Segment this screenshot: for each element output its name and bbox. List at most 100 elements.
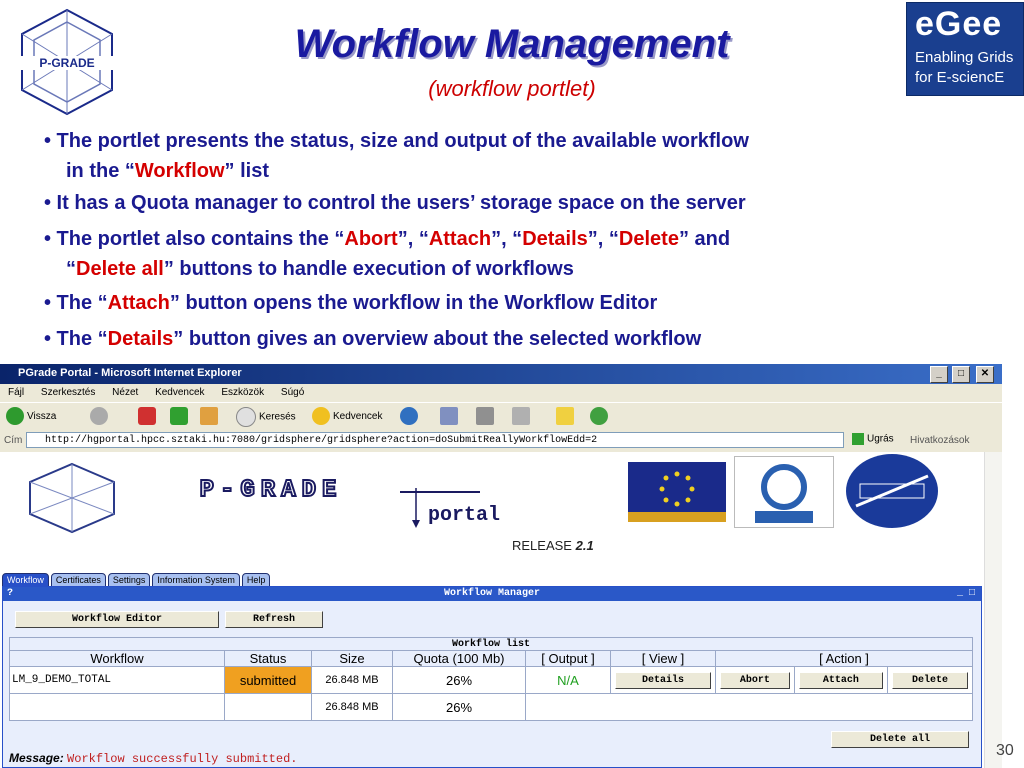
release-label: RELEASE 2.1 (512, 538, 594, 553)
home-icon (200, 407, 218, 426)
workflow-list-caption: Workflow list (9, 637, 973, 651)
view-cell: Details (610, 666, 716, 694)
stop-icon (138, 407, 156, 426)
output-cell: N/A (525, 666, 611, 694)
quota-cell: 26% (392, 693, 526, 721)
mail-button[interactable] (440, 407, 461, 427)
empty-cell (525, 693, 973, 721)
window-controls-icon[interactable]: _ □ (957, 587, 975, 601)
egee-logo: eGee Enabling Grids for E-sciencE (906, 2, 1024, 96)
pgrade-wordmark: P-GRADE (136, 476, 406, 505)
search-icon (236, 407, 256, 427)
delete-all-button[interactable]: Delete all (831, 731, 969, 748)
egee-logo-line2: for E-sciencE (915, 69, 1005, 86)
message-text: Workflow successfully submitted. (67, 752, 298, 766)
browser-window: PGrade Portal - Microsoft Internet Explo… (0, 364, 1002, 768)
bullet-5: • The “Details” button gives an overview… (44, 328, 702, 350)
attach-button[interactable]: Attach (798, 671, 883, 689)
bullet-2: • It has a Quota manager to control the … (44, 192, 746, 214)
menu-view[interactable]: Nézet (112, 387, 138, 398)
minimize-button[interactable]: _ (930, 366, 948, 383)
workflow-editor-button[interactable]: Workflow Editor (15, 611, 219, 628)
header-output: [ Output ] (525, 650, 611, 667)
browser-titlebar: PGrade Portal - Microsoft Internet Explo… (0, 364, 1002, 384)
close-button[interactable]: ✕ (976, 366, 994, 383)
size-cell: 26.848 MB (311, 666, 393, 694)
see-grid-logo (734, 456, 834, 528)
back-arrow-icon (6, 407, 24, 426)
bullet-1-cont: in the “Workflow” list (66, 160, 269, 182)
edit-button[interactable] (512, 407, 533, 427)
forward-arrow-icon (90, 407, 108, 426)
refresh-button[interactable]: Refresh (225, 611, 323, 628)
back-button[interactable]: Vissza (6, 407, 56, 427)
go-button[interactable]: Ugrás (852, 433, 894, 445)
folder-button[interactable] (556, 407, 577, 427)
tab-workflow[interactable]: Workflow (2, 573, 49, 587)
media-button[interactable] (400, 407, 421, 427)
menu-favorites[interactable]: Kedvencek (155, 387, 204, 398)
delete-button[interactable]: Delete (892, 671, 968, 689)
workflow-name-cell (9, 693, 225, 721)
slide-title: Workflow Management (294, 22, 730, 66)
header-quota: Quota (100 Mb) (392, 650, 526, 667)
forward-button[interactable] (90, 407, 111, 427)
go-arrow-icon (852, 433, 864, 445)
message-label: Message: (9, 751, 64, 765)
print-icon (476, 407, 494, 426)
eu-logo (628, 462, 726, 522)
vertical-scrollbar[interactable] (984, 452, 1002, 768)
pgrade-banner-logo (22, 462, 122, 534)
bullet-4: • The “Attach” button opens the workflow… (44, 292, 658, 314)
workflow-manager-header: ? Workflow Manager _ □ (3, 587, 981, 601)
favorites-button[interactable]: Kedvencek (312, 407, 382, 427)
help-icon[interactable]: ? (7, 587, 13, 601)
star-icon (312, 407, 330, 426)
workflow-manager-panel: ? Workflow Manager _ □ Workflow Editor R… (2, 586, 982, 768)
delete-cell: Delete (887, 666, 973, 694)
refresh-icon (170, 407, 188, 426)
bullet-3: • The portlet also contains the “Abort”,… (44, 228, 731, 250)
messenger-button[interactable] (590, 407, 611, 427)
links-label[interactable]: Hivatkozások (910, 435, 969, 446)
bullet-3-cont: “Delete all” buttons to handle execution… (66, 258, 574, 280)
slide-page-number: 30 (996, 742, 1014, 759)
refresh-browser-button[interactable] (170, 407, 191, 427)
message-line: Message: Workflow successfully submitted… (9, 751, 297, 766)
menu-file[interactable]: Fájl (8, 387, 24, 398)
menu-tools[interactable]: Eszközök (221, 387, 264, 398)
print-button[interactable] (476, 407, 497, 427)
tab-certificates[interactable]: Certificates (50, 573, 106, 587)
workflow-name-cell[interactable]: LM_9_DEMO_TOTAL (9, 666, 225, 694)
menu-bar: Fájl Szerkesztés Nézet Kedvencek Eszközö… (0, 384, 1002, 402)
tab-help[interactable]: Help (241, 573, 271, 587)
mta-sztaki-logo (846, 454, 938, 528)
address-input[interactable]: http://hgportal.hpcc.sztaki.hu:7080/grid… (26, 432, 844, 448)
home-button[interactable] (200, 407, 221, 427)
egee-logo-word: eGee (915, 5, 1003, 43)
messenger-icon (590, 407, 608, 426)
address-bar: Cím http://hgportal.hpcc.sztaki.hu:7080/… (0, 430, 1002, 453)
status-cell (224, 693, 312, 721)
tab-information-system[interactable]: Information System (152, 573, 240, 587)
tab-settings[interactable]: Settings (107, 573, 151, 587)
stop-button[interactable] (138, 407, 159, 427)
header-status: Status (224, 650, 312, 667)
menu-edit[interactable]: Szerkesztés (41, 387, 95, 398)
slide-subtitle: (workflow portlet) (428, 76, 596, 101)
browser-toolbar: Vissza Keresés Kedvencek (0, 402, 1002, 432)
folder-icon (556, 407, 574, 426)
portal-tabs: Workflow Certificates Settings Information … (2, 570, 272, 587)
details-button[interactable]: Details (615, 671, 711, 689)
search-button[interactable]: Keresés (236, 407, 296, 427)
abort-button[interactable]: Abort (719, 671, 790, 689)
maximize-button[interactable]: □ (952, 366, 970, 383)
status-badge: submitted (224, 666, 312, 694)
mail-icon (440, 407, 458, 426)
bullet-1: • The portlet presents the status, size … (44, 130, 749, 152)
portal-wordmark: portal (428, 504, 501, 527)
table-row: LM_9_DEMO_TOTAL submitted 26.848 MB 26% … (9, 666, 973, 694)
media-icon (400, 407, 418, 426)
edit-icon (512, 407, 530, 426)
menu-help[interactable]: Súgó (281, 387, 304, 398)
